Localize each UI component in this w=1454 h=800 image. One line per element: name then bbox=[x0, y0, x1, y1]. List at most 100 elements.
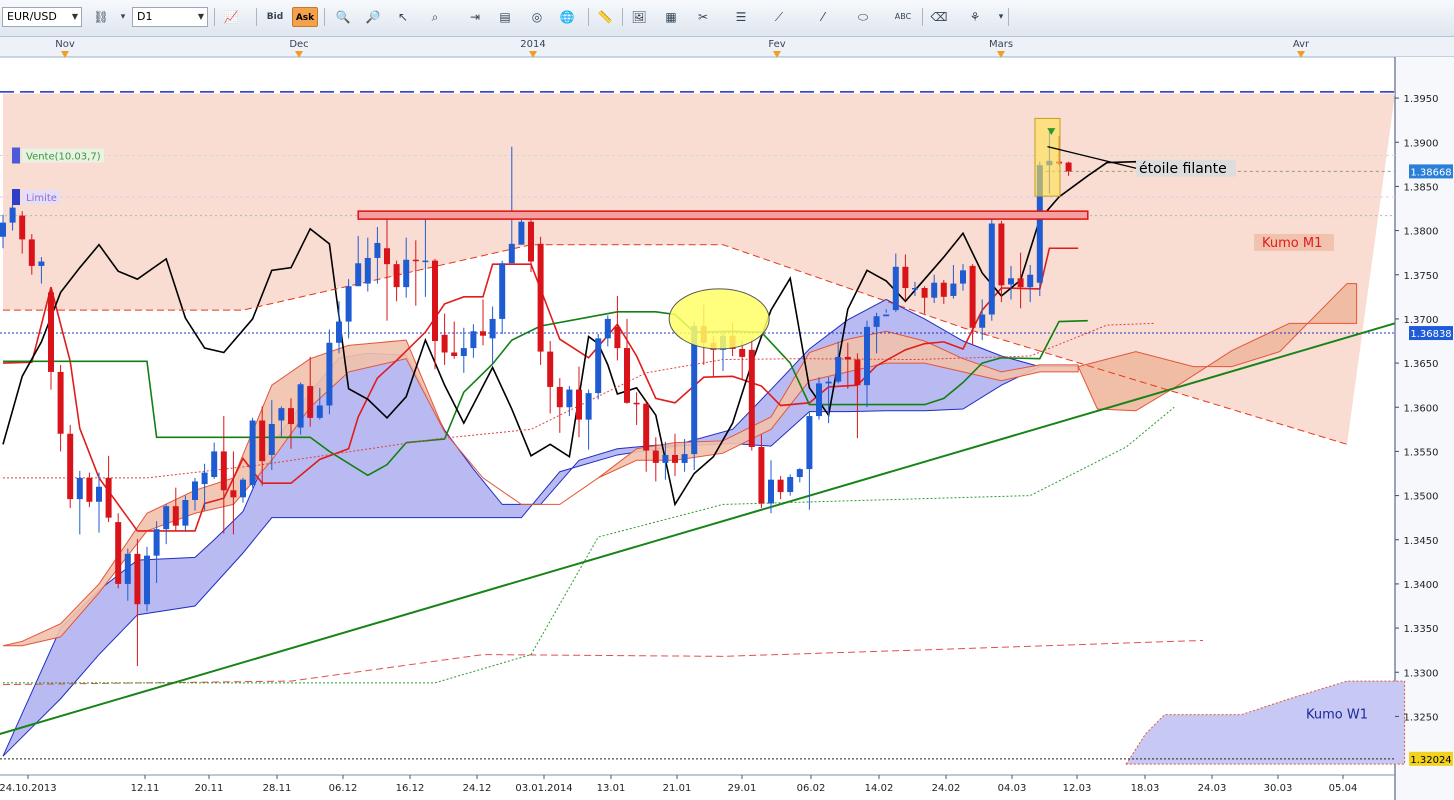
candle-body bbox=[182, 500, 189, 526]
zoom-in-icon[interactable]: 🔍 bbox=[332, 7, 354, 27]
candle bbox=[115, 513, 122, 589]
month-label: Dec bbox=[289, 39, 308, 50]
candle-body bbox=[38, 261, 45, 266]
y-tick-label: 1.3250 bbox=[1404, 712, 1439, 723]
candle-body bbox=[902, 266, 909, 288]
toolbar-separator bbox=[256, 8, 257, 26]
tree-icon[interactable]: ⚘ bbox=[964, 7, 986, 27]
y-tick-label: 1.3800 bbox=[1404, 227, 1439, 238]
candle-body bbox=[249, 420, 256, 485]
candle-body bbox=[134, 553, 141, 605]
candle-body bbox=[998, 223, 1005, 286]
ellipse-icon[interactable]: ⬭ bbox=[852, 7, 874, 27]
candle-body bbox=[326, 342, 333, 406]
ask-button[interactable]: Ask bbox=[292, 7, 318, 27]
candle-body bbox=[768, 479, 774, 504]
month-label: 2014 bbox=[520, 39, 545, 50]
symbol-select[interactable]: EUR/USD ▼ bbox=[2, 7, 82, 27]
candle-body bbox=[796, 469, 803, 478]
candle-body bbox=[172, 506, 179, 526]
autoscroll-icon[interactable]: ⇥ bbox=[464, 7, 486, 27]
objects-icon[interactable]: ◎ bbox=[526, 7, 548, 27]
globe-icon[interactable]: 🌐 bbox=[556, 7, 578, 27]
x-tick-label: 06.12 bbox=[329, 783, 358, 794]
timeframe-select[interactable]: D1 ▼ bbox=[132, 7, 208, 27]
candle-body bbox=[451, 352, 458, 357]
x-tick-label: 13.01 bbox=[597, 783, 626, 794]
x-tick-label: 29.01 bbox=[728, 783, 757, 794]
candle-body bbox=[422, 260, 429, 263]
ruler-icon[interactable]: 📏 bbox=[594, 7, 616, 27]
zoom-out-icon[interactable]: 🔎 bbox=[362, 7, 384, 27]
export-icon[interactable]: ▦ bbox=[660, 7, 682, 27]
fibonacci-icon[interactable]: ⟋ bbox=[768, 7, 790, 27]
candle bbox=[748, 339, 755, 451]
link-icon[interactable]: ⛓ bbox=[90, 7, 112, 27]
candle-body bbox=[489, 318, 496, 339]
y-tick-label: 1.3300 bbox=[1404, 668, 1439, 679]
price-label: 1.32024 bbox=[1410, 755, 1451, 766]
y-tick-label: 1.3750 bbox=[1404, 271, 1439, 282]
candle bbox=[816, 377, 822, 420]
x-tick-label: 12.03 bbox=[1063, 783, 1092, 794]
trend-tools-icon[interactable]: ✂ bbox=[692, 7, 714, 27]
x-tick-label: 30.03 bbox=[1264, 783, 1293, 794]
bid-button[interactable]: Bid bbox=[262, 7, 288, 27]
candle-body bbox=[806, 416, 813, 470]
candle-body bbox=[1027, 274, 1034, 288]
candle-body bbox=[57, 371, 64, 434]
eraser-icon[interactable]: ⌫ bbox=[928, 7, 950, 27]
candle-body bbox=[470, 331, 477, 349]
candle-body bbox=[1008, 278, 1014, 285]
x-tick-label: 04.03 bbox=[998, 783, 1027, 794]
candle-body bbox=[412, 259, 419, 262]
candle-body bbox=[432, 260, 438, 341]
dropdown-icon[interactable]: ▾ bbox=[112, 7, 134, 27]
add-indicator-icon[interactable]: ▤ bbox=[494, 7, 516, 27]
candle-body bbox=[499, 263, 506, 319]
order-marker bbox=[12, 189, 20, 206]
month-strip bbox=[0, 37, 1454, 57]
screenshot-icon[interactable]: 🖼 bbox=[628, 7, 650, 27]
candle-body bbox=[297, 384, 304, 428]
candle-body bbox=[192, 481, 198, 500]
candle-body bbox=[873, 316, 880, 327]
candle-body bbox=[940, 282, 947, 297]
x-tick-label: 24.12 bbox=[463, 783, 492, 794]
candle-body bbox=[979, 314, 986, 328]
candle-body bbox=[403, 259, 410, 288]
candle-body bbox=[355, 263, 362, 287]
candle-body bbox=[585, 393, 592, 420]
candle-body bbox=[211, 451, 218, 478]
candle-body bbox=[576, 389, 582, 420]
candle-body bbox=[950, 283, 957, 296]
y-tick-label: 1.3500 bbox=[1404, 492, 1439, 503]
text-abc-icon[interactable]: ABC bbox=[892, 7, 914, 27]
price-chart[interactable]: étoile filante Kumo M1 Kumo W1 Vente(10.03,… bbox=[0, 37, 1454, 800]
zoom-area-icon[interactable]: ⌕ bbox=[424, 7, 446, 27]
candle-body bbox=[86, 477, 93, 502]
candle-body bbox=[124, 553, 131, 584]
candle-body bbox=[547, 351, 554, 387]
x-tick-label: 06.02 bbox=[797, 783, 826, 794]
candle-body bbox=[825, 381, 832, 384]
price-label: 1.36838 bbox=[1410, 329, 1451, 340]
candle-body bbox=[307, 386, 314, 418]
candle-body bbox=[633, 402, 640, 405]
order-label: Limite bbox=[26, 193, 57, 204]
chart-type-icon[interactable]: 📈 bbox=[220, 7, 242, 27]
candle-body bbox=[480, 331, 486, 336]
horizontal-line-icon[interactable]: ☰ bbox=[730, 7, 752, 27]
candle-body bbox=[153, 529, 160, 556]
month-label: Fev bbox=[768, 39, 785, 50]
toolbar-separator bbox=[214, 8, 215, 26]
candle bbox=[595, 333, 602, 400]
candle-body bbox=[566, 389, 573, 408]
cursor-icon[interactable]: ↖ bbox=[392, 7, 414, 27]
y-tick-label: 1.3350 bbox=[1404, 624, 1439, 635]
symbol-value: EUR/USD bbox=[7, 10, 57, 23]
candle-body bbox=[960, 270, 966, 284]
pencil-line-icon[interactable]: ⁄ bbox=[812, 7, 834, 27]
chevron-down-icon: ▼ bbox=[197, 12, 204, 21]
candle-body bbox=[163, 506, 170, 530]
